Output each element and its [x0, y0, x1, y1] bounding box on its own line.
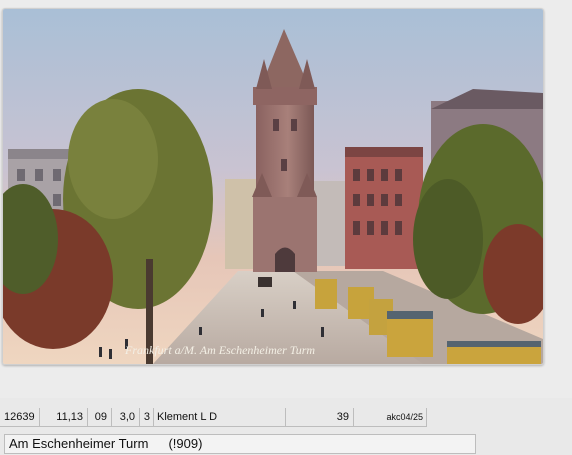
listing-id: 12639 [0, 408, 40, 427]
listing-seller: Klement L D [154, 408, 286, 427]
listing-title: Am Eschenheimer Turm (!909) [4, 434, 476, 454]
listing-field-a: 11,13 [40, 408, 88, 427]
listing-title-year: (!909) [168, 436, 203, 451]
listing-field-c: 3,0 [112, 408, 140, 427]
listing-info-row: 12639 11,13 09 3,0 3 Klement L D 39 akc0… [0, 408, 572, 428]
listing-field-d: 3 [140, 408, 154, 427]
postcard-scan-area: Frankfurt a/M. Am Eschenheimer Turm [0, 0, 572, 398]
listing-title-text: Am Eschenheimer Turm [9, 436, 149, 451]
postcard-caption: Frankfurt a/M. Am Eschenheimer Turm [124, 343, 315, 357]
listing-price: 39 [286, 408, 354, 427]
postcard-image: Frankfurt a/M. Am Eschenheimer Turm [2, 8, 544, 365]
listing-ref: akc04/25 [354, 408, 427, 427]
listing-field-b: 09 [88, 408, 112, 427]
